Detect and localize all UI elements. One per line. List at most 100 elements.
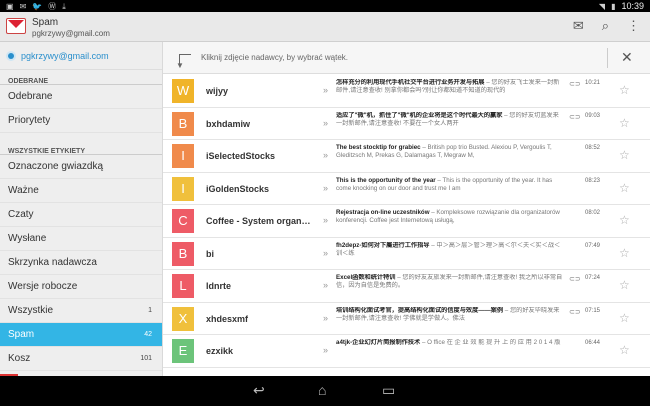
- status-bar: ▣ ✉ 🐦 Ⓦ ⤓ ◥ ▮ 10:39: [0, 0, 650, 12]
- sidebar-item-label: Kosz: [8, 353, 31, 364]
- account-selector[interactable]: pgkrzywy@gmail.com: [0, 42, 162, 70]
- conversation-row[interactable]: C Coffee - System organi... » Rejestracja o…: [163, 205, 650, 238]
- sidebar-item-important[interactable]: Ważne: [0, 179, 162, 203]
- chevron-icon: »: [323, 345, 329, 355]
- home-icon[interactable]: ⌂: [318, 382, 326, 398]
- sidebar-item-label: Oznaczone gwiazdką: [8, 161, 104, 172]
- sender-name: xhdesxmf: [206, 313, 249, 324]
- close-icon[interactable]: ✕: [621, 49, 633, 65]
- message-snippet: Rejestracja on-line uczestników – Komple…: [336, 209, 564, 226]
- star-icon[interactable]: ☆: [619, 83, 630, 97]
- overflow-menu-icon[interactable]: ⋮: [627, 18, 640, 34]
- sender-name: bi: [206, 248, 214, 259]
- message-time: 08:52: [585, 145, 601, 151]
- account-email: pgkrzywy@gmail.com: [32, 29, 110, 38]
- sidebar-item-inbox[interactable]: Odebrane: [0, 85, 162, 109]
- star-icon[interactable]: ☆: [619, 343, 630, 357]
- star-icon[interactable]: ☆: [619, 148, 630, 162]
- gmail-logo-icon[interactable]: [6, 18, 26, 34]
- conversation-list-pane: ▼ Kliknij zdjęcie nadawcy, by wybrać wąt…: [163, 42, 650, 376]
- sidebar-item-label: Skrzynka nadawcza: [8, 257, 97, 268]
- conversation-row[interactable]: Lldnrte » Excel函数和统计特训 – 您的好友友旅发来一封新邮件,请注意…: [163, 270, 650, 303]
- sender-avatar[interactable]: L: [172, 274, 194, 298]
- sender-avatar[interactable]: E: [172, 339, 194, 363]
- message-snippet: Excel函数和统计特训 – 您的好友友旅发来一封新邮件,请注意查收! 我之所以…: [336, 274, 564, 291]
- sidebar-item-spam[interactable]: Spam 42: [0, 323, 162, 347]
- sidebar-item-outbox[interactable]: Skrzynka nadawcza: [0, 251, 162, 275]
- sender-name: ezxikk: [206, 346, 234, 356]
- sender-avatar[interactable]: B: [172, 111, 194, 136]
- action-bar: Spam pgkrzywy@gmail.com ✉ ⌕ ⋮: [0, 12, 650, 42]
- recent-apps-icon[interactable]: ▭: [382, 382, 395, 398]
- conversation-row[interactable]: IiGoldenStocks » This is the opportunity o…: [163, 173, 650, 205]
- sidebar-item-label: Wysłane: [8, 233, 47, 244]
- message-snippet: 培训结构化面试考官，提高结构化面试的信度与效度——案例 – 您的好友毕晓发来一封…: [336, 307, 564, 324]
- status-time: 10:39: [621, 1, 644, 11]
- sidebar-item-count: 101: [140, 355, 152, 362]
- star-icon[interactable]: ☆: [619, 116, 630, 130]
- conversation-row[interactable]: Bbi » fh2depz-如何对下屬进行工作指导 – 中＞高＞层＞管＞理＞高＜尔＜…: [163, 238, 650, 270]
- sidebar: pgkrzywy@gmail.com ODEBRANE Odebrane Pri…: [0, 42, 163, 376]
- sidebar-item-priority[interactable]: Priorytety: [0, 109, 162, 133]
- message-snippet: 怎样充分的利用现代手机社交平台进行业务开发与拓展 – 您的好友飞士发来一封新邮件…: [336, 79, 564, 96]
- star-icon[interactable]: ☆: [619, 246, 630, 260]
- star-icon[interactable]: ☆: [619, 181, 630, 195]
- sender-avatar[interactable]: C: [172, 209, 194, 233]
- star-icon[interactable]: ☆: [619, 213, 630, 227]
- sidebar-item-drafts[interactable]: Wersje robocze: [0, 275, 162, 299]
- section-header-received: ODEBRANE: [0, 73, 162, 85]
- sidebar-item-all-mail[interactable]: Wszystkie 1: [0, 299, 162, 323]
- sender-avatar[interactable]: I: [172, 144, 194, 168]
- back-icon[interactable]: ↩: [253, 382, 265, 398]
- message-snippet: 适应了"微"机，抓住了"微"机的企业将是这个时代最大的赢家 – 您的好友切蓝发来…: [336, 112, 564, 129]
- message-subject: 培训结构化面试考官，提高结构化面试的信度与效度——案例: [336, 306, 504, 314]
- star-icon[interactable]: ☆: [619, 278, 630, 292]
- conversation-row[interactable]: Bbxhdamiw » 适应了"微"机，抓住了"微"机的企业将是这个时代最大的赢家 …: [163, 108, 650, 140]
- message-subject: 怎样充分的利用现代手机社交平台进行业务开发与拓展: [336, 79, 485, 86]
- message-time: 07:24: [585, 275, 601, 281]
- chevron-icon: »: [323, 182, 329, 193]
- message-time: 10:21: [585, 80, 601, 86]
- sidebar-item-sent[interactable]: Wysłane: [0, 227, 162, 251]
- sidebar-item-label: Wszystkie: [8, 305, 53, 316]
- section-header-labels: WSZYSTKIE ETYKIETY: [0, 143, 162, 155]
- sender-name: wijyy: [206, 86, 229, 96]
- star-icon[interactable]: ☆: [619, 311, 630, 325]
- search-icon[interactable]: ⌕: [602, 18, 609, 34]
- sidebar-item-starred[interactable]: Oznaczone gwiazdką: [0, 155, 162, 179]
- sender-name: bxhdamiw: [206, 118, 251, 129]
- sender-avatar[interactable]: X: [172, 306, 194, 331]
- sidebar-item-label: Wersje robocze: [8, 281, 78, 292]
- sender-name: ldnrte: [206, 281, 232, 291]
- battery-icon: ▮: [611, 1, 616, 11]
- sidebar-item-label: Priorytety: [8, 115, 51, 126]
- sidebar-item-count: 1: [148, 307, 152, 314]
- message-time: 08:02: [585, 210, 601, 216]
- sender-avatar[interactable]: I: [172, 176, 194, 201]
- conversation-row[interactable]: Eezxikk » a4tjk-企业幻灯片简报制作技术 – O ffice 在 企 …: [163, 335, 650, 368]
- conversation-row[interactable]: IiSelectedStocks » The best stocktip for g…: [163, 140, 650, 173]
- sidebar-item-label: Ważne: [8, 185, 39, 196]
- message-subject: This is the opportunity of the year: [336, 176, 436, 184]
- message-subject: Rejestracja on-line uczestników: [336, 209, 430, 216]
- sender-avatar[interactable]: B: [172, 241, 194, 266]
- message-snippet: a4tjk-企业幻灯片简报制作技术 – O ffice 在 企 业 效 能 提 …: [336, 339, 564, 356]
- message-snippet: This is the opportunity of the year – Th…: [336, 177, 564, 194]
- download-icon: ⤓: [62, 2, 66, 11]
- message-preview: – O ffice 在 企 业 效 能 提 升 上 的 应 用 2 0 1 4 …: [420, 339, 561, 346]
- attachment-icon: ⊂⊃: [569, 276, 581, 283]
- message-time: 08:23: [585, 177, 601, 184]
- compose-icon[interactable]: ✉: [573, 18, 584, 34]
- message-time: 06:44: [585, 340, 601, 346]
- sender-avatar[interactable]: W: [172, 79, 194, 103]
- conversation-row[interactable]: Wwijyy » 怎样充分的利用现代手机社交平台进行业务开发与拓展 – 您的好友飞士…: [163, 75, 650, 108]
- conversation-row[interactable]: Xxhdesxmf » 培训结构化面试考官，提高结构化面试的信度与效度——案例 – …: [163, 303, 650, 335]
- message-snippet: The best stocktip for grabiec – British …: [336, 144, 564, 161]
- sidebar-item-trash[interactable]: Kosz 101: [0, 347, 162, 371]
- sidebar-item-chats[interactable]: Czaty: [0, 203, 162, 227]
- chevron-icon: »: [323, 117, 329, 128]
- sidebar-item-label: Czaty: [8, 209, 34, 220]
- twitter-icon: 🐦: [32, 2, 43, 11]
- divider: [607, 48, 608, 68]
- sidebar-item-label: Odebrane: [8, 91, 53, 102]
